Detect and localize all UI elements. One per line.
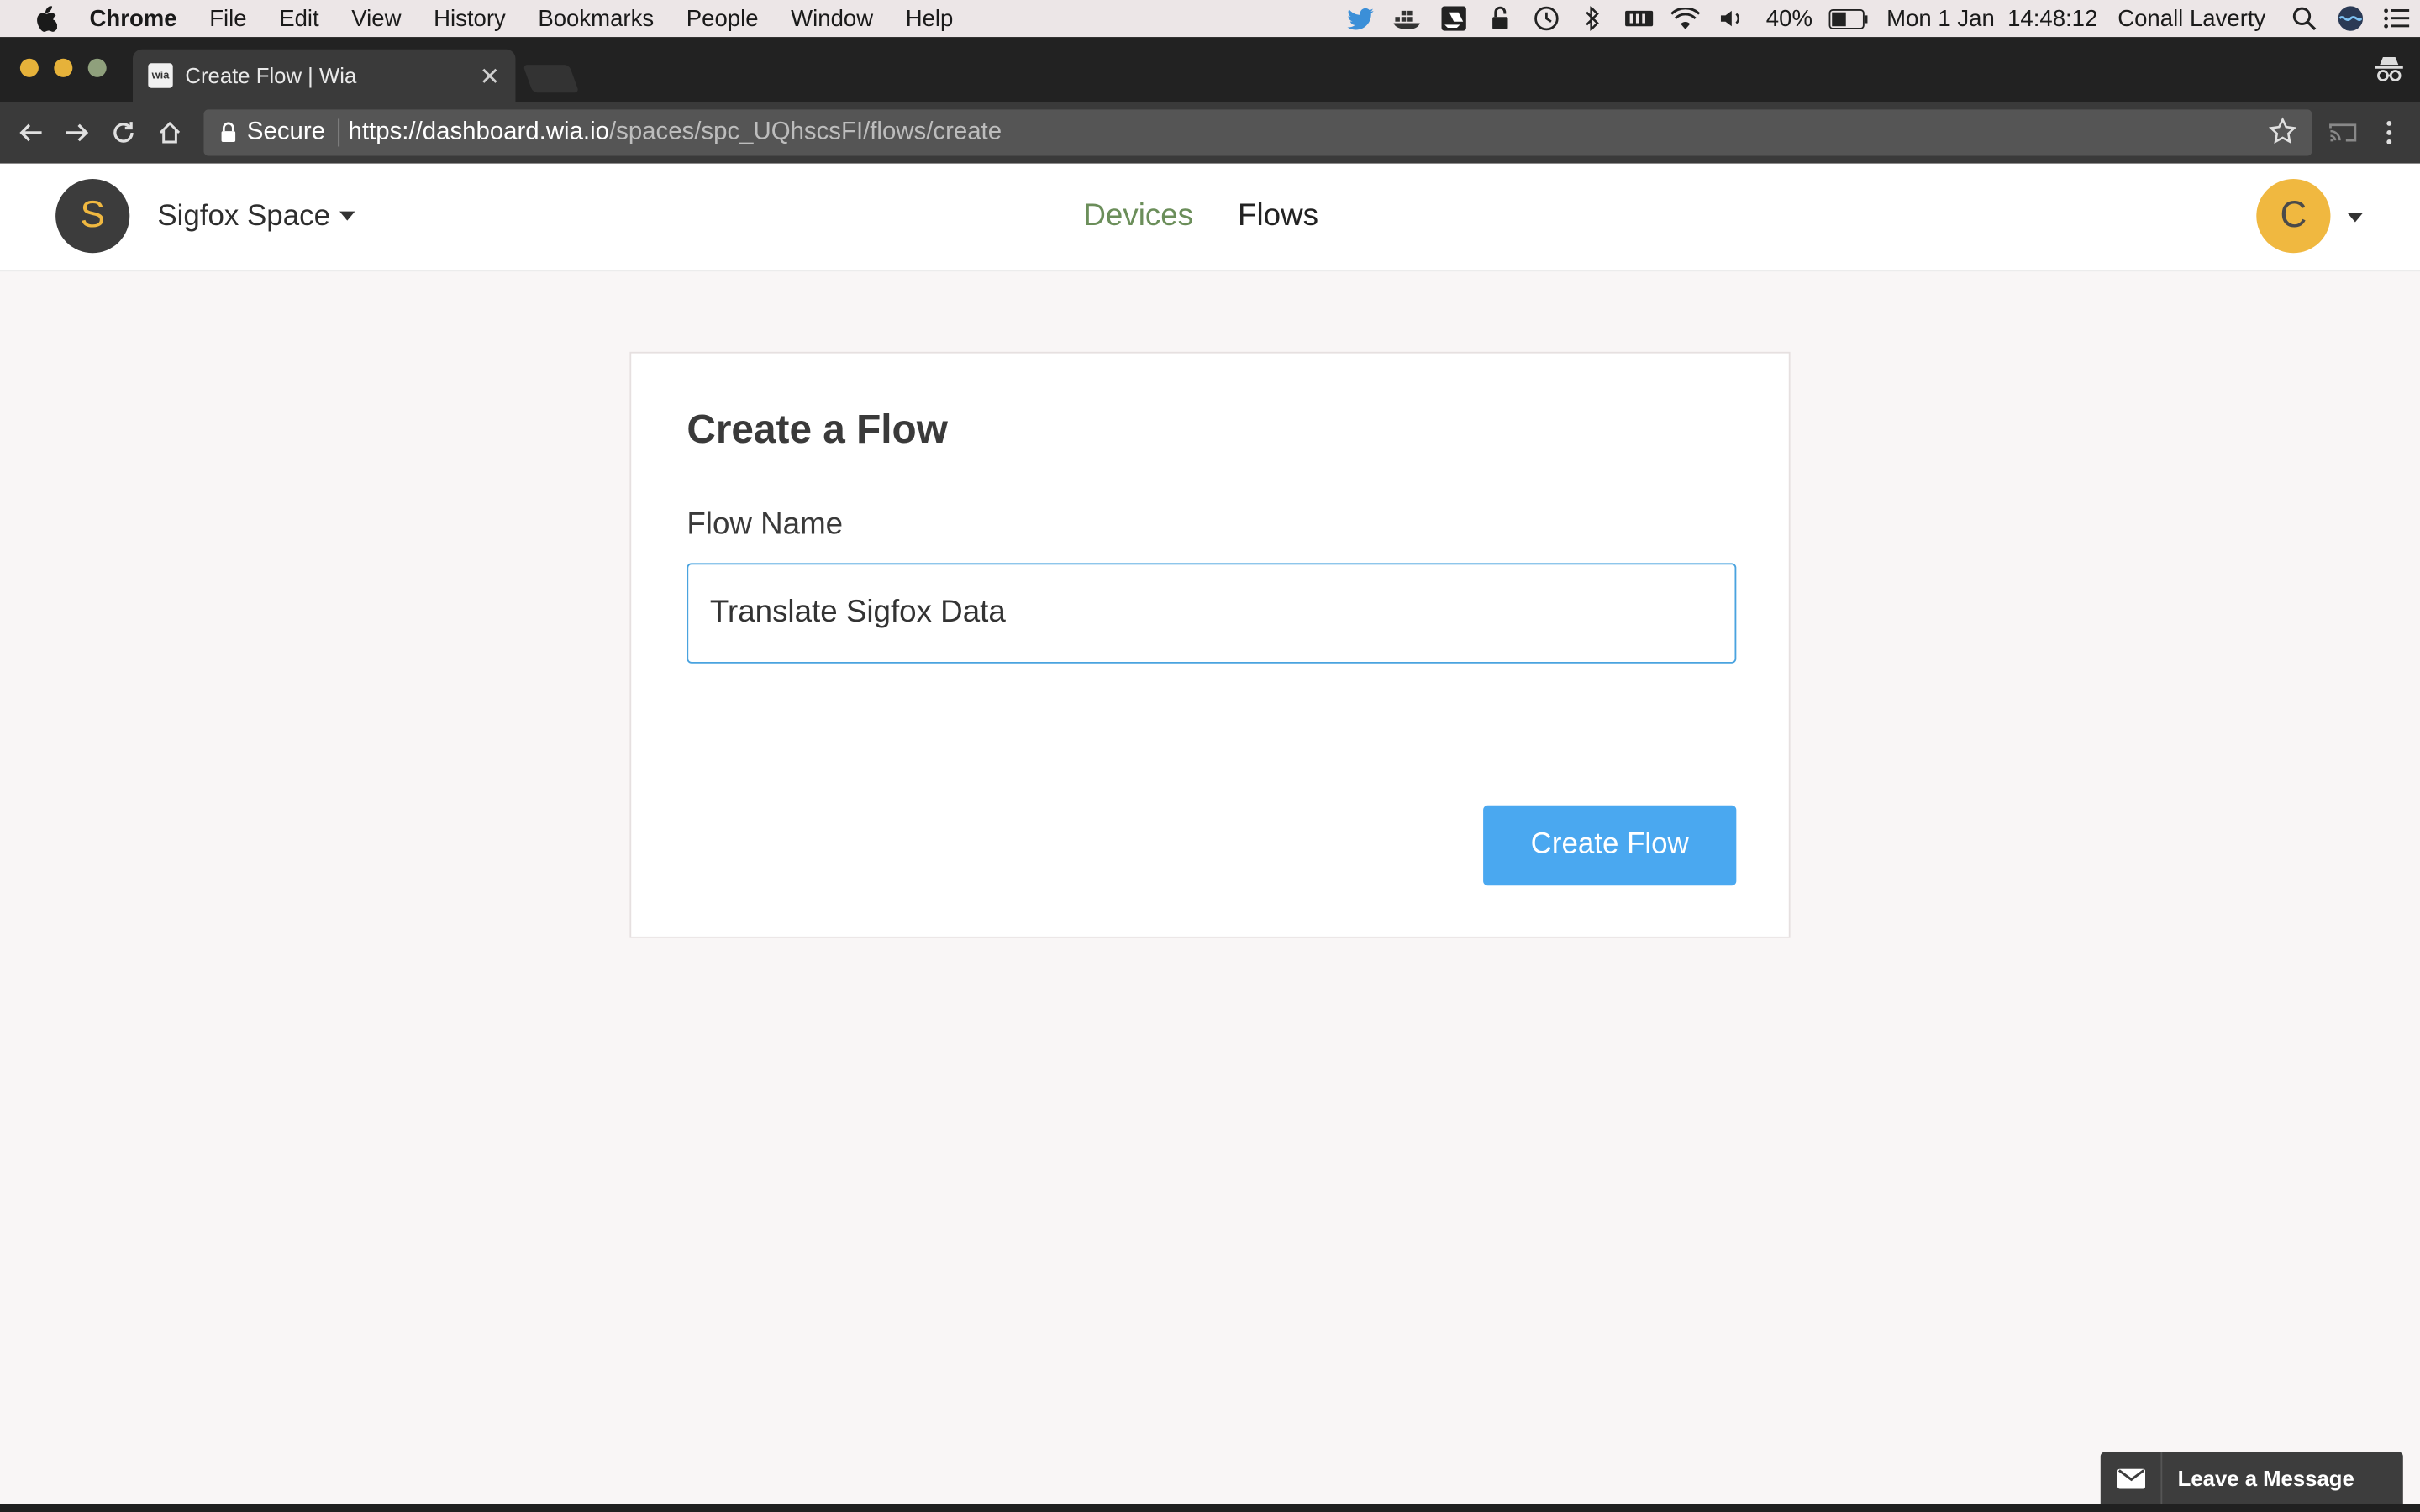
create-flow-card: Create a Flow Flow Name Create Flow [629, 351, 1791, 938]
browser-tab-active[interactable]: wia Create Flow | Wia ✕ [132, 49, 516, 102]
menu-people[interactable]: People [687, 5, 759, 31]
lock-icon[interactable] [1477, 0, 1523, 37]
battery-icon[interactable] [1823, 0, 1876, 37]
window-zoom-button[interactable] [87, 58, 107, 77]
forward-arrow-icon[interactable] [59, 114, 96, 151]
leave-message-label: Leave a Message [2177, 1465, 2354, 1491]
menu-history[interactable]: History [434, 5, 506, 31]
chevron-down-icon[interactable] [339, 211, 355, 221]
notification-center-icon[interactable] [2374, 0, 2420, 37]
address-separator [337, 118, 339, 147]
app-header: S Sigfox Space Devices Flows C [0, 163, 2420, 272]
chrome-menu-icon[interactable] [2370, 114, 2407, 151]
create-flow-button[interactable]: Create Flow [1483, 805, 1737, 886]
nav-flows-link[interactable]: Flows [1238, 199, 1318, 234]
flow-name-label: Flow Name [687, 507, 844, 542]
bookmark-star-icon[interactable] [2268, 117, 2300, 149]
menu-help[interactable]: Help [906, 5, 954, 31]
new-tab-button[interactable] [523, 65, 580, 93]
memory-icon[interactable] [1617, 0, 1663, 37]
time-machine-icon[interactable] [1523, 0, 1570, 37]
tab-close-icon[interactable]: ✕ [479, 61, 500, 92]
twitter-icon[interactable] [1339, 0, 1385, 37]
flow-name-input[interactable] [687, 563, 1737, 664]
back-arrow-icon[interactable] [13, 114, 50, 151]
menubar-clock[interactable]: Mon 1 Jan 14:48:12 [1876, 5, 2108, 31]
wifi-icon[interactable] [1663, 0, 1709, 37]
menu-edit[interactable]: Edit [279, 5, 318, 31]
menu-view[interactable]: View [351, 5, 401, 31]
incognito-icon[interactable] [2374, 55, 2405, 83]
url-path: /spaces/spc_UQhscsFI/flows/create [608, 118, 1002, 145]
reload-icon[interactable] [105, 114, 142, 151]
user-menu-chevron-down-icon[interactable] [2347, 213, 2364, 223]
window-close-button[interactable] [19, 58, 39, 77]
page-title: Create a Flow [687, 406, 948, 453]
docker-icon[interactable] [1385, 0, 1431, 37]
space-switcher-label[interactable]: Sigfox Space [157, 201, 330, 234]
leave-message-widget[interactable]: Leave a Message [2100, 1452, 2403, 1504]
tab-title: Create Flow | Wia [185, 63, 357, 88]
menu-bookmarks[interactable]: Bookmarks [538, 5, 654, 31]
browser-tabstrip: wia Create Flow | Wia ✕ [0, 37, 2420, 102]
secure-label: Secure [246, 118, 326, 145]
battery-percent[interactable]: 40% [1755, 5, 1823, 31]
home-icon[interactable] [151, 114, 188, 151]
volume-icon[interactable] [1709, 0, 1755, 37]
url-host: https://dashboard.wia.io [348, 118, 609, 145]
macos-menubar: Chrome File Edit View History Bookmarks … [0, 0, 2420, 38]
menubar-tray: 40% Mon 1 Jan 14:48:12 Conall Laverty [1339, 0, 2420, 37]
bluetooth-icon[interactable] [1570, 0, 1617, 37]
apple-icon[interactable] [31, 3, 62, 34]
mail-icon [2101, 1452, 2163, 1504]
spotlight-search-icon[interactable] [2281, 0, 2328, 37]
window-bottom-edge [0, 1504, 2420, 1512]
menubar-user[interactable]: Conall Laverty [2108, 5, 2281, 31]
nav-devices-link[interactable]: Devices [1083, 199, 1193, 234]
space-avatar[interactable]: S [55, 179, 130, 254]
address-bar[interactable]: Secure https://dashboard.wia.io/spaces/s… [203, 109, 2312, 156]
siri-icon[interactable] [2328, 0, 2374, 37]
wia-favicon-icon: wia [148, 63, 173, 88]
menu-window[interactable]: Window [791, 5, 873, 31]
drive-icon[interactable] [1431, 0, 1477, 37]
secure-lock-icon [219, 122, 238, 144]
cast-icon[interactable] [2324, 114, 2361, 151]
browser-toolbar: Secure https://dashboard.wia.io/spaces/s… [0, 102, 2420, 164]
window-minimize-button[interactable] [54, 58, 73, 77]
user-avatar[interactable]: C [2256, 179, 2331, 254]
menu-app-chrome[interactable]: Chrome [90, 5, 177, 31]
menu-file[interactable]: File [209, 5, 246, 31]
